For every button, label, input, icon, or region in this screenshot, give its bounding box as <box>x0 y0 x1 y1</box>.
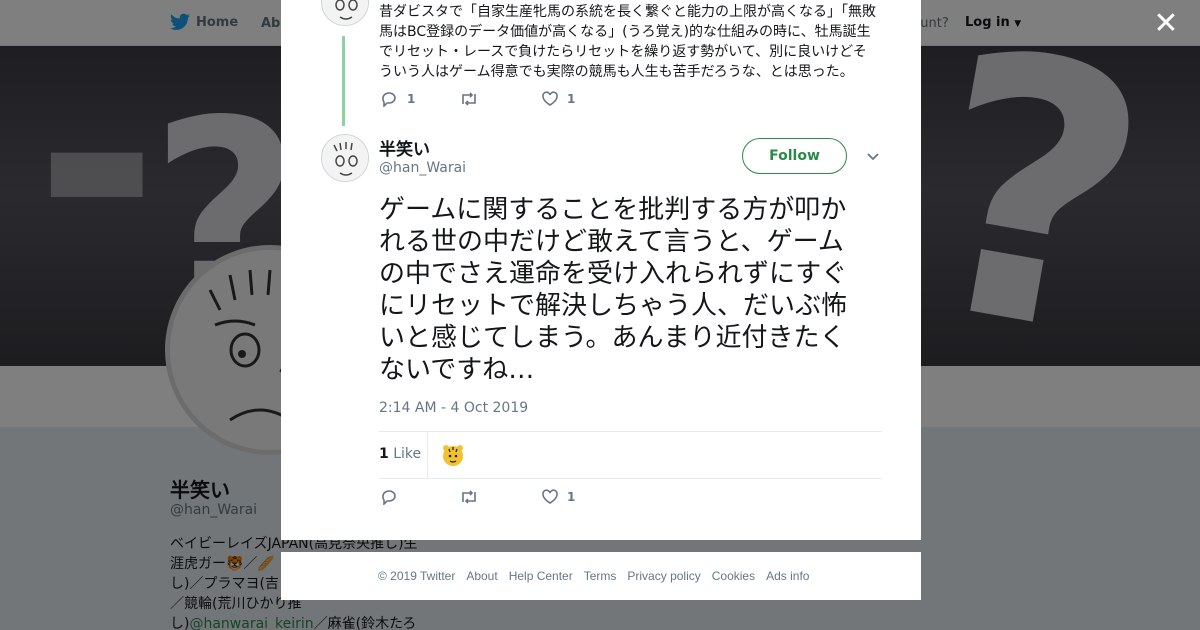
reply-count: 1 <box>407 92 416 106</box>
close-icon[interactable]: ✕ <box>1152 9 1180 39</box>
tiger-avatar-icon <box>443 445 463 466</box>
likes-stat[interactable]: 1 Like <box>379 446 421 462</box>
stats-divider <box>427 432 428 478</box>
follow-button[interactable]: Follow <box>742 138 847 174</box>
tweet-text: ゲームに関することを批判する方が叩かれる世の中だけど敢えて言うと、ゲームの中でさ… <box>379 195 848 385</box>
tweet-permalink-modal: 昔ダビスタで「自家生産牝馬の系統を長く繋ぐと能力の上限が高くなる」「無敗馬はBC… <box>281 0 921 540</box>
tweet-timestamp[interactable]: 2:14 AM - 4 Oct 2019 <box>379 400 528 416</box>
avatar-drawing <box>322 135 368 181</box>
ancestor-retweet-button[interactable] <box>459 91 479 107</box>
ancestor-avatar[interactable] <box>321 0 369 26</box>
thread-connector <box>342 36 345 126</box>
footer-copyright: © 2019 Twitter <box>378 569 456 583</box>
more-options-button[interactable] <box>865 148 881 164</box>
reply-button[interactable] <box>381 489 399 505</box>
footer-link-ads-info[interactable]: Ads info <box>766 569 809 583</box>
heart-icon <box>542 489 558 504</box>
like-count: 1 <box>567 490 576 504</box>
footer-link-privacy-policy[interactable]: Privacy policy <box>627 569 700 583</box>
footer-link-terms[interactable]: Terms <box>584 569 617 583</box>
likes-number: 1 <box>379 446 389 462</box>
ancestor-like-button[interactable]: 1 <box>541 91 575 107</box>
like-count: 1 <box>567 92 576 106</box>
tweet-author-name[interactable]: 半笑い <box>379 135 430 160</box>
reply-icon <box>382 490 396 505</box>
avatar-drawing <box>322 0 368 25</box>
tweet-author-avatar[interactable] <box>321 134 369 182</box>
footer-link-about[interactable]: About <box>466 569 497 583</box>
likes-label: Like <box>393 446 422 462</box>
ancestor-reply-button[interactable]: 1 <box>381 91 415 107</box>
retweet-icon <box>462 92 476 106</box>
footer-link-cookies[interactable]: Cookies <box>712 569 755 583</box>
retweet-button[interactable] <box>459 489 479 505</box>
like-button[interactable]: 1 <box>541 489 575 505</box>
tweet-stats: 1 Like <box>379 431 882 479</box>
heart-icon <box>542 91 558 106</box>
footer: © 2019 Twitter About Help Center Terms P… <box>281 552 921 600</box>
retweet-icon <box>462 490 476 504</box>
ancestor-tweet-text: 昔ダビスタで「自家生産牝馬の系統を長く繋ぐと能力の上限が高くなる」「無敗馬はBC… <box>379 4 876 80</box>
tweet-author-handle[interactable]: @han_Warai <box>379 160 466 176</box>
liker-avatar[interactable] <box>441 443 465 467</box>
footer-link-help-center[interactable]: Help Center <box>509 569 573 583</box>
chevron-down-icon <box>867 153 879 161</box>
reply-icon <box>382 92 396 107</box>
